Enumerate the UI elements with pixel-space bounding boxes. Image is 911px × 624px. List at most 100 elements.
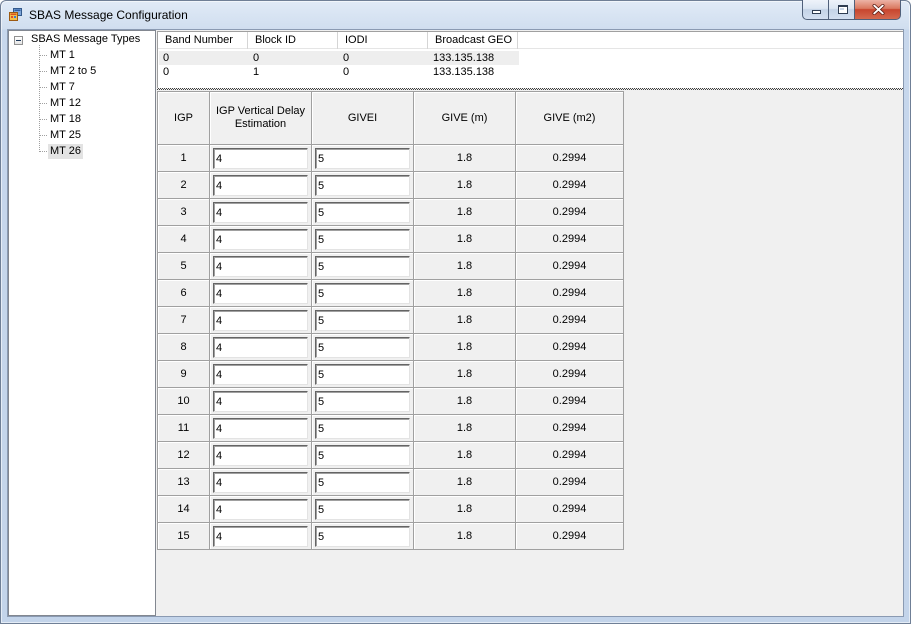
vertical-delay-input[interactable] xyxy=(213,202,308,223)
minimize-button[interactable] xyxy=(802,0,829,20)
give-m2-cell: 0.2994 xyxy=(516,334,624,361)
tree-item-label: MT 7 xyxy=(50,81,75,93)
givei-input[interactable] xyxy=(315,526,410,547)
vertical-delay-cell xyxy=(210,226,312,253)
list-cell-band-number: 0 xyxy=(163,66,170,78)
tree-item-mt-26[interactable]: MT 26 xyxy=(9,144,149,160)
give-m2-cell: 0.2994 xyxy=(516,199,624,226)
givei-input[interactable] xyxy=(315,283,410,304)
igp-cell: 3 xyxy=(158,199,210,226)
list-row[interactable]: 0 0 0 133.135.138 xyxy=(158,51,903,65)
givei-cell xyxy=(312,523,414,550)
vertical-delay-input[interactable] xyxy=(213,364,308,385)
givei-input[interactable] xyxy=(315,445,410,466)
app-window: SBAS Message Configuration SBAS Message … xyxy=(0,0,911,624)
givei-input[interactable] xyxy=(315,148,410,169)
give-m-cell: 1.8 xyxy=(414,145,516,172)
grid-header-label: IGP xyxy=(174,111,193,124)
list-cell-iodi: 0 xyxy=(343,66,350,78)
givei-cell xyxy=(312,415,414,442)
igp-cell: 6 xyxy=(158,280,210,307)
tree-connector-line xyxy=(40,151,47,152)
vertical-delay-cell xyxy=(210,199,312,226)
give-m2-cell: 0.2994 xyxy=(516,361,624,388)
message-type-tree[interactable]: SBAS Message Types MT 1 MT 2 to 5 MT 7 MT 1… xyxy=(8,30,156,616)
vertical-delay-input[interactable] xyxy=(213,445,308,466)
givei-input[interactable] xyxy=(315,364,410,385)
column-header-iodi[interactable]: IODI xyxy=(338,32,428,49)
give-m-cell: 1.8 xyxy=(414,388,516,415)
give-m-cell: 1.8 xyxy=(414,226,516,253)
givei-input[interactable] xyxy=(315,418,410,439)
tree-item-mt-7[interactable]: MT 7 xyxy=(9,80,149,96)
collapse-icon[interactable] xyxy=(14,36,23,45)
vertical-delay-input[interactable] xyxy=(213,256,308,277)
vertical-delay-input[interactable] xyxy=(213,175,308,196)
givei-cell xyxy=(312,253,414,280)
column-header-block-id[interactable]: Block ID xyxy=(248,32,338,49)
tree-item-mt-25[interactable]: MT 25 xyxy=(9,128,149,144)
window-controls xyxy=(802,0,901,20)
givei-input[interactable] xyxy=(315,310,410,331)
givei-input[interactable] xyxy=(315,175,410,196)
givei-input[interactable] xyxy=(315,499,410,520)
vertical-delay-cell xyxy=(210,442,312,469)
givei-input[interactable] xyxy=(315,337,410,358)
window-title: SBAS Message Configuration xyxy=(29,8,188,22)
givei-input[interactable] xyxy=(315,229,410,250)
igp-cell: 14 xyxy=(158,496,210,523)
vertical-delay-input[interactable] xyxy=(213,148,308,169)
app-icon[interactable] xyxy=(9,8,22,21)
givei-input[interactable] xyxy=(315,256,410,277)
igp-cell: 10 xyxy=(158,388,210,415)
vertical-delay-input[interactable] xyxy=(213,499,308,520)
vertical-delay-input[interactable] xyxy=(213,472,308,493)
list-cell-iodi: 0 xyxy=(343,52,350,64)
vertical-delay-input[interactable] xyxy=(213,337,308,358)
list-row[interactable]: 0 1 0 133.135.138 xyxy=(158,65,903,79)
givei-input[interactable] xyxy=(315,472,410,493)
list-header: Band Number Block ID IODI Broadcast GEO xyxy=(158,32,903,49)
givei-cell xyxy=(312,361,414,388)
igp-cell: 5 xyxy=(158,253,210,280)
vertical-delay-input[interactable] xyxy=(213,283,308,304)
givei-cell xyxy=(312,496,414,523)
give-m-cell: 1.8 xyxy=(414,469,516,496)
tree-item-label: MT 25 xyxy=(50,129,81,141)
tree-root-sbas-message-types[interactable]: SBAS Message Types xyxy=(9,32,149,48)
givei-input[interactable] xyxy=(315,202,410,223)
tree-connector-line xyxy=(40,87,47,88)
maximize-button[interactable] xyxy=(828,0,855,20)
tree-item-mt-2-to-5[interactable]: MT 2 to 5 xyxy=(9,64,149,80)
vertical-delay-cell xyxy=(210,172,312,199)
tree-item-label: MT 18 xyxy=(50,113,81,125)
vertical-delay-input[interactable] xyxy=(213,229,308,250)
givei-cell xyxy=(312,145,414,172)
vertical-delay-cell xyxy=(210,280,312,307)
column-header-broadcast-geo[interactable]: Broadcast GEO xyxy=(428,32,518,49)
vertical-delay-input[interactable] xyxy=(213,391,308,412)
igp-cell: 15 xyxy=(158,523,210,550)
block-list-view[interactable]: Band Number Block ID IODI Broadcast GEO … xyxy=(157,31,903,88)
vertical-delay-input[interactable] xyxy=(213,310,308,331)
grid-header-igp: IGP xyxy=(158,92,210,145)
vertical-delay-input[interactable] xyxy=(213,526,308,547)
givei-input[interactable] xyxy=(315,391,410,412)
tree-item-mt-12[interactable]: MT 12 xyxy=(9,96,149,112)
tree-connector-line xyxy=(40,103,47,104)
column-header-band-number[interactable]: Band Number xyxy=(158,32,248,49)
close-button[interactable] xyxy=(854,0,901,20)
tree-item-mt-18[interactable]: MT 18 xyxy=(9,112,149,128)
give-m2-cell: 0.2994 xyxy=(516,226,624,253)
vertical-delay-input[interactable] xyxy=(213,418,308,439)
give-m-cell: 1.8 xyxy=(414,334,516,361)
title-bar[interactable]: SBAS Message Configuration xyxy=(0,0,911,29)
give-m-cell: 1.8 xyxy=(414,523,516,550)
givei-cell xyxy=(312,226,414,253)
give-m2-cell: 0.2994 xyxy=(516,523,624,550)
splitter[interactable] xyxy=(157,88,903,90)
give-m2-cell: 0.2994 xyxy=(516,172,624,199)
grid-header-givei: GIVEI xyxy=(312,92,414,145)
givei-cell xyxy=(312,172,414,199)
tree-item-mt-1[interactable]: MT 1 xyxy=(9,48,149,64)
